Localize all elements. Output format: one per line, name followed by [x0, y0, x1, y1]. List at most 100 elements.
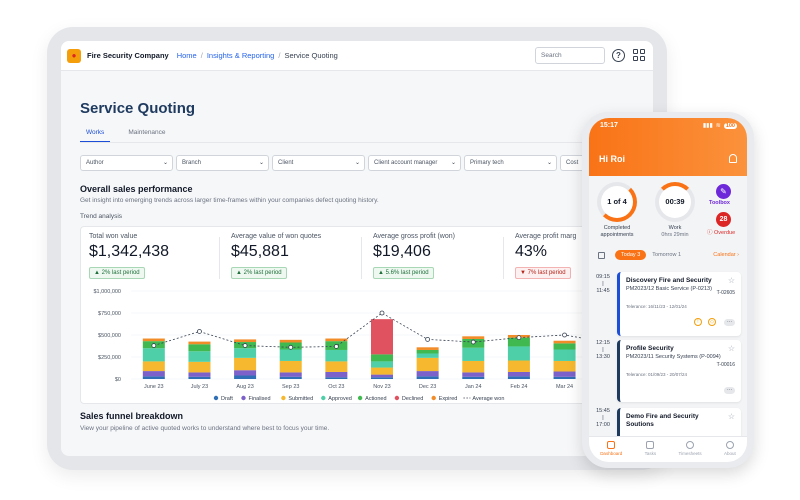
y-tick-label: $500,000: [98, 333, 121, 339]
breadcrumb-separator: /: [200, 51, 203, 60]
legend-label: Average won: [472, 396, 504, 402]
star-icon[interactable]: ☆: [728, 412, 735, 421]
breadcrumb-home-link[interactable]: Home: [177, 51, 197, 60]
bar-segment-submitted: [188, 361, 211, 373]
bar-segment-draft: [462, 376, 485, 379]
nav-tasks[interactable]: Tasks: [644, 437, 657, 462]
work-label: Work: [668, 225, 682, 231]
average-won-point: [425, 337, 431, 342]
bar-segment-finalised: [462, 372, 485, 377]
kpi-average-won-value: Average value of won quotes $45,881 ▲ 2%…: [231, 233, 321, 279]
more-options-icon[interactable]: ···: [724, 319, 735, 326]
tomorrow-count: 1: [677, 252, 682, 258]
appointment-time: 15:45 | 17:00: [594, 408, 612, 429]
average-won-point: [197, 329, 202, 334]
tabs-divider: [80, 142, 640, 143]
average-won-point: [516, 335, 522, 341]
kpi-change-badge: ▲ 2% last period: [89, 267, 145, 279]
chevron-down-icon: ⌄: [450, 160, 456, 166]
appointment-card[interactable]: Discovery Fire and Security ☆ PM2023/12 …: [617, 272, 741, 336]
bar-segment-draft: [507, 376, 530, 379]
filter-client[interactable]: Client ⌄: [272, 155, 365, 171]
legend-swatch: [213, 395, 219, 401]
bar-segment-approved: [416, 353, 439, 358]
user-icon[interactable]: [729, 154, 737, 163]
average-won-point: [379, 310, 385, 316]
today-count: 3: [637, 252, 641, 258]
overdue-label[interactable]: ⓘ Overdue: [707, 228, 735, 236]
breadcrumb-separator: /: [278, 51, 281, 60]
y-tick-label: $1,000,000: [93, 289, 121, 295]
star-icon[interactable]: ☆: [728, 276, 735, 285]
top-bar: ● Fire Security Company Home / Insights …: [61, 41, 653, 71]
trend-analysis-label: Trend analysis: [80, 213, 123, 220]
average-won-point: [562, 332, 567, 338]
tab-maintenance[interactable]: Maintenance: [128, 129, 165, 142]
legend-label: Draft: [221, 396, 233, 402]
filter-label: Client account manager: [374, 160, 438, 166]
work-ring: 00:39: [655, 182, 695, 222]
average-won-point: [333, 344, 339, 349]
bar-segment-actioned: [553, 343, 576, 350]
filter-author[interactable]: Author ⌄: [80, 155, 173, 171]
calendar-link[interactable]: Calendar ›: [713, 252, 739, 258]
today-tab[interactable]: Today 3: [615, 250, 647, 260]
nav-timesheets[interactable]: Timesheets: [679, 437, 702, 462]
appointment-title: Demo Fire and Security Soutions: [626, 413, 699, 428]
bar-segment-actioned: [416, 349, 439, 354]
filter-client-account-manager[interactable]: Client account manager ⌄: [368, 155, 461, 171]
status-time: 15:17: [600, 122, 618, 129]
tomorrow-tab[interactable]: Tomorrow 1: [652, 252, 681, 258]
star-icon[interactable]: ☆: [728, 344, 735, 353]
legend-label: Expired: [439, 396, 458, 402]
calendar-icon[interactable]: [598, 251, 605, 259]
breadcrumb-insights-link[interactable]: Insights & Reporting: [207, 51, 275, 60]
bar-segment-finalised: [416, 371, 439, 377]
bar-segment-finalised: [507, 371, 530, 377]
bar-segment-expired: [142, 338, 165, 342]
x-tick-label: Jan 24: [465, 384, 482, 390]
work-value: 00:39: [665, 197, 685, 206]
start-time: 15:45: [596, 408, 610, 414]
bar-segment-expired: [188, 341, 211, 345]
appointment-meta: Telerance: 16/11/23 - 12/01/24: [626, 304, 687, 309]
x-tick-label: Sep 23: [282, 384, 299, 390]
bar-segment-finalised: [188, 372, 211, 377]
tab-works[interactable]: Works: [80, 129, 111, 142]
appointment-meta: Telerance: 01/09/23 - 20/07/24: [626, 372, 688, 377]
more-options-icon[interactable]: ···: [724, 387, 735, 394]
appointment-subtitle: PM2023/11 Security Systems (P-0094): [626, 354, 721, 360]
toolbox-icon[interactable]: ✎: [716, 184, 731, 199]
bar-segment-finalised: [325, 371, 348, 378]
bar-segment-expired: [234, 339, 257, 343]
legend-label: Finalised: [249, 396, 271, 402]
search-input[interactable]: Search: [535, 47, 605, 64]
trend-card: Total won value $1,342,438 ▲ 2% last per…: [80, 226, 640, 404]
nav-dashboard[interactable]: Dashboard: [600, 437, 622, 462]
greeting: Hi Roi: [599, 154, 625, 164]
nav-about[interactable]: About: [724, 437, 736, 462]
appointment-card[interactable]: Profile Security ☆ PM2023/11 Security Sy…: [617, 340, 741, 402]
end-time: 11:45: [596, 288, 610, 294]
bar-segment-submitted: [142, 361, 165, 372]
overdue-count[interactable]: 28: [716, 212, 731, 227]
nav-label: Tasks: [644, 451, 657, 456]
x-tick-label: June 23: [144, 384, 164, 390]
bar-segment-actioned: [188, 344, 211, 352]
y-tick-label: $250,000: [98, 355, 121, 361]
dashboard-icon: [607, 441, 616, 449]
stacked-bar-chart: $0 $250,000 $500,000 $750,000 $1,000,000 June…: [93, 289, 633, 402]
start-time: 12:15: [596, 340, 610, 346]
chevron-down-icon: ⌄: [162, 160, 168, 166]
end-time: 17:00: [596, 422, 610, 428]
toolbox-label[interactable]: Toolbox: [709, 200, 730, 206]
filter-branch[interactable]: Branch ⌄: [176, 155, 269, 171]
filter-primary-tech[interactable]: Primary tech ⌄: [464, 155, 557, 171]
kpi-divider: [361, 237, 362, 279]
bar-segment-finalised: [234, 370, 257, 376]
app-grid-icon[interactable]: [633, 49, 645, 61]
kpi-average-gross-profit: Average gross profit (won) $19,406 ▲ 5.6…: [373, 233, 455, 279]
filter-label: Cost: [566, 160, 579, 166]
help-icon[interactable]: ?: [612, 49, 625, 62]
legend-label: Declined: [402, 396, 423, 402]
